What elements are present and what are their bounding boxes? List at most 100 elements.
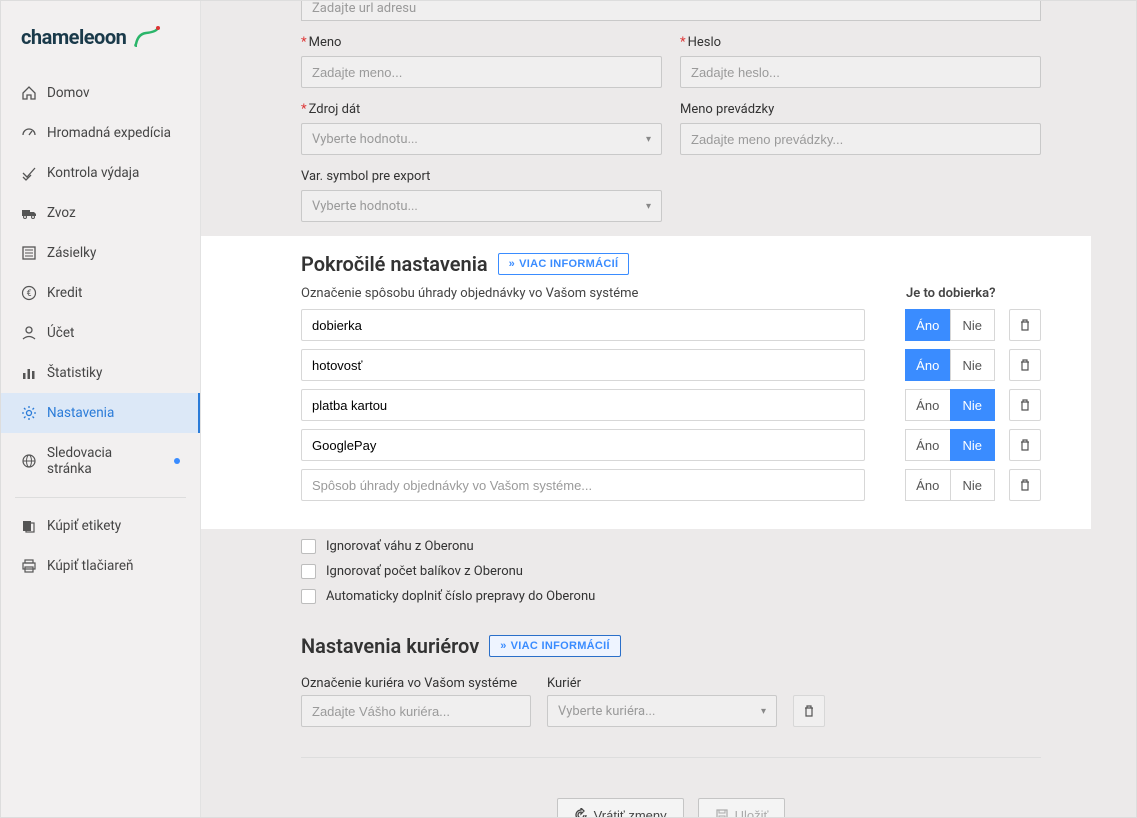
cod-yes-button[interactable]: Áno	[905, 349, 950, 381]
payment-method-input[interactable]	[301, 349, 865, 381]
cod-toggle: ÁnoNie	[905, 349, 995, 381]
sidebar-item-label: Kúpiť tlačiareň	[47, 558, 133, 574]
varsym-select[interactable]: Vyberte hodnotu... ▾	[301, 190, 662, 222]
logo-text: chameleoon	[21, 25, 126, 49]
prevadzka-label: Meno prevádzky	[680, 102, 1041, 117]
printer-icon	[21, 558, 37, 574]
heslo-input[interactable]	[680, 56, 1041, 88]
gear-icon	[21, 405, 37, 421]
chevron-down-icon: ▾	[646, 201, 651, 212]
cod-no-button[interactable]: Nie	[950, 389, 996, 421]
form-actions: Vrátiť zmeny Uložiť	[301, 798, 1041, 817]
sidebar-item-zasielky[interactable]: Zásielky	[1, 233, 200, 273]
delete-row-button[interactable]	[1009, 429, 1041, 461]
prevadzka-input[interactable]	[680, 123, 1041, 155]
cod-yes-button[interactable]: Áno	[905, 389, 950, 421]
chameleon-icon	[134, 26, 162, 48]
logo: chameleoon	[1, 17, 200, 73]
nav: Domov Hromadná expedícia Kontrola výdaja…	[1, 73, 200, 586]
chevron-right-icon: »	[509, 258, 515, 270]
adv-col2-label: Je to dobierka?	[906, 286, 1041, 301]
cod-no-button[interactable]: Nie	[950, 309, 996, 341]
checkbox-icon[interactable]	[301, 589, 316, 604]
delete-row-button[interactable]	[1009, 389, 1041, 421]
payment-method-input[interactable]	[301, 429, 865, 461]
globe-icon	[21, 453, 37, 469]
courier-select[interactable]: Vyberte kuriéra... ▾	[547, 695, 777, 727]
svg-text:€: €	[26, 289, 31, 299]
trash-icon	[1018, 438, 1032, 452]
payment-method-input[interactable]	[301, 469, 865, 501]
delete-row-button[interactable]	[1009, 349, 1041, 381]
list-icon	[21, 245, 37, 261]
sidebar-item-ucet[interactable]: Účet	[1, 313, 200, 353]
delete-row-button[interactable]	[1009, 469, 1041, 501]
truck-icon	[21, 205, 37, 221]
separator	[301, 757, 1041, 758]
cod-yes-button[interactable]: Áno	[905, 309, 950, 341]
revert-button[interactable]: Vrátiť zmeny	[557, 798, 684, 817]
sidebar-item-label: Domov	[47, 85, 90, 101]
sidebar-item-label: Hromadná expedícia	[47, 125, 171, 141]
sidebar-item-kupit-etikety[interactable]: Kúpiť etikety	[1, 506, 200, 546]
delete-courier-button[interactable]	[793, 695, 825, 727]
sidebar-item-hromadna-expedicia[interactable]: Hromadná expedícia	[1, 113, 200, 153]
meno-label: *Meno	[301, 35, 662, 50]
checkbox-icon[interactable]	[301, 539, 316, 554]
courier-name-input[interactable]	[301, 695, 531, 727]
euro-icon: €	[21, 285, 37, 301]
sidebar-item-domov[interactable]: Domov	[1, 73, 200, 113]
sidebar-item-kontrola-vydaja[interactable]: Kontrola výdaja	[1, 153, 200, 193]
payment-method-row: ÁnoNie	[301, 349, 1041, 381]
sidebar-item-label: Kredit	[47, 285, 82, 301]
advanced-columns-header: Označenie spôsobu úhrady objednávky vo V…	[301, 286, 1041, 301]
courier-col1-label: Označenie kuriéra vo Vašom systéme	[301, 676, 531, 691]
check-auto-fill[interactable]: Automaticky doplniť číslo prepravy do Ob…	[301, 589, 1041, 604]
more-info-button[interactable]: » VIAC INFORMÁCIÍ	[498, 253, 630, 275]
payment-method-row: ÁnoNie	[301, 429, 1041, 461]
payment-method-input[interactable]	[301, 309, 865, 341]
courier-title: Nastavenia kuriérov » VIAC INFORMÁCIÍ	[301, 634, 621, 658]
cod-no-button[interactable]: Nie	[950, 469, 996, 501]
cod-yes-button[interactable]: Áno	[905, 429, 950, 461]
check-ignore-weight[interactable]: Ignorovať váhu z Oberonu	[301, 539, 1041, 554]
sidebar-item-label: Nastavenia	[47, 405, 114, 421]
checkbox-label: Ignorovať váhu z Oberonu	[326, 539, 474, 554]
chevron-right-icon: »	[500, 640, 506, 652]
sidebar-item-zvoz[interactable]: Zvoz	[1, 193, 200, 233]
sidebar: chameleoon Domov Hromadná expedícia Kont…	[1, 1, 201, 817]
checkbox-label: Automaticky doplniť číslo prepravy do Ob…	[326, 589, 595, 604]
more-info-button-courier[interactable]: » VIAC INFORMÁCIÍ	[489, 635, 621, 657]
sidebar-item-sledovacia-stranka[interactable]: Sledovacia stránka	[1, 433, 200, 489]
checkbox-label: Ignorovať počet balíkov z Oberonu	[326, 564, 523, 579]
payment-method-row: ÁnoNie	[301, 309, 1041, 341]
chevron-down-icon: ▾	[646, 134, 651, 145]
notification-dot-icon	[174, 458, 180, 464]
heslo-label: *Heslo	[680, 35, 1041, 50]
sidebar-item-statistiky[interactable]: Štatistiky	[1, 353, 200, 393]
checkbox-icon[interactable]	[301, 564, 316, 579]
url-input[interactable]: Zadajte url adresu	[301, 1, 1041, 21]
delete-row-button[interactable]	[1009, 309, 1041, 341]
advanced-settings-section: Pokročilé nastavenia » VIAC INFORMÁCIÍ O…	[201, 236, 1091, 529]
advanced-title: Pokročilé nastavenia » VIAC INFORMÁCIÍ	[301, 252, 629, 276]
check-icon	[21, 165, 37, 181]
save-button[interactable]: Uložiť	[698, 798, 786, 817]
cod-no-button[interactable]: Nie	[950, 349, 996, 381]
payment-method-input[interactable]	[301, 389, 865, 421]
sidebar-item-nastavenia[interactable]: Nastavenia	[1, 393, 200, 433]
home-icon	[21, 85, 37, 101]
sidebar-item-kredit[interactable]: € Kredit	[1, 273, 200, 313]
main-content: Zadajte url adresu *Meno *Heslo *Zdroj d…	[201, 1, 1136, 817]
sidebar-item-kupit-tlaciaren[interactable]: Kúpiť tlačiareň	[1, 546, 200, 586]
cod-yes-button[interactable]: Áno	[905, 469, 950, 501]
check-ignore-packages[interactable]: Ignorovať počet balíkov z Oberonu	[301, 564, 1041, 579]
courier-col2-label: Kuriér	[547, 676, 777, 691]
user-icon	[21, 325, 37, 341]
meno-input[interactable]	[301, 56, 662, 88]
cod-no-button[interactable]: Nie	[950, 429, 996, 461]
zdroj-label: *Zdroj dát	[301, 102, 662, 117]
adv-col1-label: Označenie spôsobu úhrady objednávky vo V…	[301, 286, 638, 301]
zdroj-select[interactable]: Vyberte hodnotu... ▾	[301, 123, 662, 155]
varsym-label: Var. symbol pre export	[301, 169, 662, 184]
